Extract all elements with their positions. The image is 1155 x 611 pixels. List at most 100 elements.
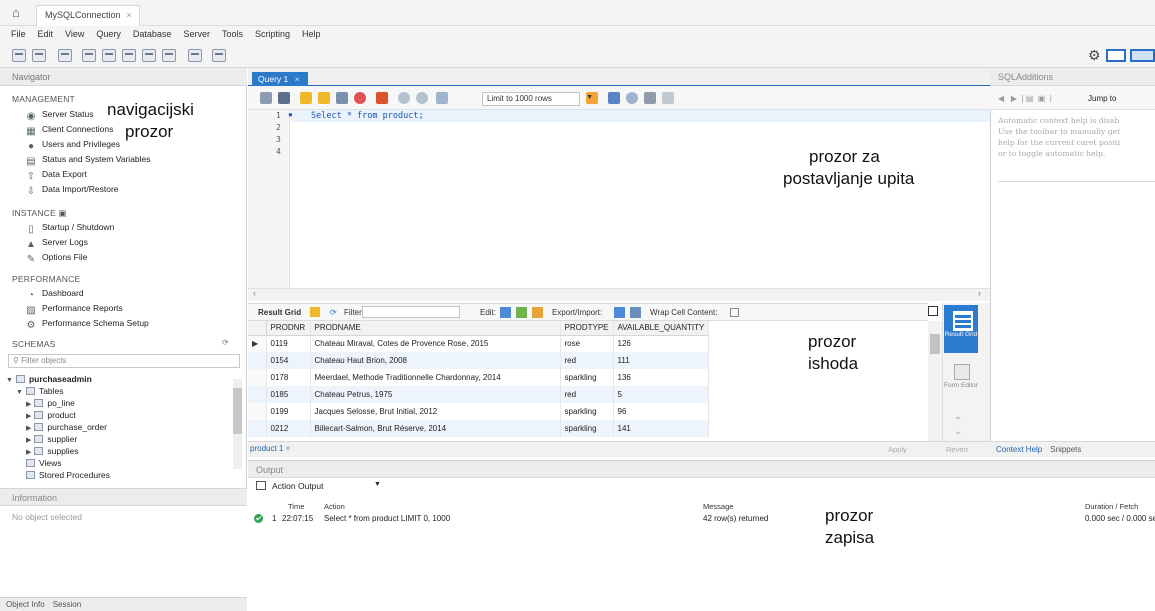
- tab-session[interactable]: Session: [53, 600, 81, 609]
- menu-view[interactable]: View: [59, 26, 90, 39]
- revert-button[interactable]: Revert: [946, 445, 968, 454]
- navigator-scroll-thumb[interactable]: [233, 388, 242, 434]
- nav-dashboard[interactable]: ◔ Dashboard: [26, 288, 84, 302]
- commit-icon[interactable]: [398, 92, 410, 104]
- create-schema-icon[interactable]: [82, 49, 96, 62]
- explain-icon[interactable]: [336, 92, 348, 104]
- cell-prodnr[interactable]: 0199: [266, 403, 311, 420]
- tree-table-po-line[interactable]: ▶ po_line: [26, 398, 75, 408]
- open-file-icon[interactable]: [260, 92, 272, 104]
- toggle-sidebar-icon[interactable]: [1106, 49, 1126, 62]
- menu-edit[interactable]: Edit: [32, 26, 60, 39]
- home-icon[interactable]: ⌂: [12, 6, 26, 20]
- nav-data-import[interactable]: ⇩ Data Import/Restore: [26, 184, 119, 198]
- apply-button[interactable]: Apply: [888, 445, 907, 454]
- expand-right-icon[interactable]: ▶: [26, 449, 31, 456]
- new-sql-tab-icon[interactable]: [12, 49, 26, 62]
- sql-statement[interactable]: Select * from product;: [311, 110, 424, 122]
- column-header[interactable]: PRODNR: [266, 321, 311, 336]
- filter-rows-input[interactable]: [362, 306, 460, 318]
- expand-right-icon[interactable]: ▶: [26, 437, 31, 444]
- refresh-icon[interactable]: ⟳: [330, 308, 337, 317]
- close-icon[interactable]: ×: [286, 444, 291, 453]
- form-editor-view-button[interactable]: Form Editor: [944, 362, 978, 404]
- cell-prodname[interactable]: Chateau Petrus, 1975: [310, 386, 561, 403]
- filter-objects-input[interactable]: ⚲ Filter objects: [8, 354, 240, 368]
- cell-prodtype[interactable]: red: [560, 352, 614, 369]
- delete-row-icon[interactable]: [532, 307, 543, 318]
- cell-prodtype[interactable]: rose: [560, 335, 614, 352]
- table-row[interactable]: 0185 Chateau Petrus, 1975 red 5: [248, 386, 710, 403]
- grid-scroll-thumb[interactable]: [930, 334, 940, 354]
- toggle-error-icon[interactable]: [376, 92, 388, 104]
- manual-help-icon[interactable]: ▤: [1026, 94, 1034, 103]
- cell-available-quantity[interactable]: 5: [613, 386, 710, 403]
- create-view-icon[interactable]: [122, 49, 136, 62]
- execute-current-icon[interactable]: [318, 92, 330, 104]
- create-table-icon[interactable]: [102, 49, 116, 62]
- nav-users-privileges[interactable]: ● Users and Privileges: [26, 139, 120, 153]
- execute-icon[interactable]: [300, 92, 312, 104]
- cell-prodtype[interactable]: sparkling: [560, 403, 614, 420]
- menu-database[interactable]: Database: [127, 26, 178, 39]
- expand-right-icon[interactable]: ▶: [26, 413, 31, 420]
- cell-available-quantity[interactable]: 136: [613, 369, 710, 386]
- inspector-icon[interactable]: [58, 49, 72, 62]
- cell-available-quantity[interactable]: 111: [613, 352, 710, 369]
- nav-performance-schema-setup[interactable]: ⚙ Performance Schema Setup: [26, 318, 149, 332]
- table-row[interactable]: 0199 Jacques Selosse, Brut Initial, 2012…: [248, 403, 710, 420]
- schema-purchaseadmin[interactable]: ▼ purchaseadmin: [6, 374, 92, 384]
- cell-available-quantity[interactable]: 126: [613, 335, 710, 352]
- invisible-chars-icon[interactable]: [644, 92, 656, 104]
- nav-data-export[interactable]: ⇧ Data Export: [26, 169, 87, 183]
- cell-prodname[interactable]: Meerdael, Methode Traditionnelle Chardon…: [310, 369, 561, 386]
- sql-editor[interactable]: [248, 110, 990, 288]
- menu-tools[interactable]: Tools: [216, 26, 249, 39]
- table-row[interactable]: 0154 Chateau Haut Brion, 2008 red 111: [248, 352, 710, 369]
- menu-file[interactable]: File: [0, 26, 32, 39]
- table-row[interactable]: 0178 Meerdael, Methode Traditionnelle Ch…: [248, 369, 710, 386]
- tree-views[interactable]: Views: [26, 458, 62, 468]
- cell-prodname[interactable]: Jacques Selosse, Brut Initial, 2012: [310, 403, 561, 420]
- output-type-select[interactable]: Action Output ▼: [256, 481, 386, 495]
- nav-startup-shutdown[interactable]: ▯ Startup / Shutdown: [26, 222, 114, 236]
- grid-icon[interactable]: [310, 307, 320, 317]
- editor-horizontal-scrollbar[interactable]: [248, 288, 990, 301]
- toggle-panel-icon[interactable]: [928, 306, 938, 316]
- menu-scripting[interactable]: Scripting: [249, 26, 296, 39]
- cell-prodnr[interactable]: 0178: [266, 369, 311, 386]
- add-row-icon[interactable]: [516, 307, 527, 318]
- nav-server-status[interactable]: ◉ Server Status: [26, 109, 94, 123]
- expand-right-icon[interactable]: ▶: [26, 425, 31, 432]
- limit-rows-select[interactable]: Limit to 1000 rows ▼: [482, 92, 593, 106]
- output-row[interactable]: 1 22:07:15 Select * from product LIMIT 0…: [248, 512, 1155, 526]
- nav-performance-reports[interactable]: ▨ Performance Reports: [26, 303, 123, 317]
- edit-row-icon[interactable]: [500, 307, 511, 318]
- close-icon[interactable]: ×: [127, 10, 132, 20]
- scroll-right-icon[interactable]: ›: [978, 288, 981, 298]
- column-header[interactable]: PRODTYPE: [560, 321, 614, 336]
- cell-prodtype[interactable]: sparkling: [560, 420, 614, 437]
- result-grid-view-button[interactable]: Result Grid: [944, 305, 978, 353]
- scroll-left-icon[interactable]: ‹: [253, 288, 256, 298]
- tab-context-help[interactable]: Context Help: [996, 445, 1042, 454]
- cell-prodname[interactable]: Chateau Miraval, Cotes de Provence Rose,…: [310, 335, 561, 352]
- column-header[interactable]: AVAILABLE_QUANTITY: [613, 321, 710, 336]
- beautify-icon[interactable]: [608, 92, 620, 104]
- tab-snippets[interactable]: Snippets: [1050, 445, 1081, 454]
- tab-object-info[interactable]: Object Info: [6, 600, 45, 609]
- back-icon[interactable]: ◀: [998, 94, 1004, 103]
- tree-tables[interactable]: ▼ Tables: [16, 386, 64, 396]
- chevron-down-icon[interactable]: ⌄: [954, 426, 962, 437]
- gear-icon[interactable]: ⚙: [1088, 48, 1103, 63]
- cell-prodnr[interactable]: 0185: [266, 386, 311, 403]
- tree-stored-procedures[interactable]: Stored Procedures: [26, 470, 110, 480]
- forward-icon[interactable]: ▶: [1011, 94, 1017, 103]
- export-icon[interactable]: [614, 307, 625, 318]
- cell-available-quantity[interactable]: 141: [613, 420, 710, 437]
- cell-prodname[interactable]: Chateau Haut Brion, 2008: [310, 352, 561, 369]
- close-icon[interactable]: ×: [295, 74, 300, 84]
- column-header[interactable]: PRODNAME: [310, 321, 561, 336]
- expand-right-icon[interactable]: ▶: [26, 401, 31, 408]
- expand-down-icon[interactable]: ▼: [6, 377, 13, 384]
